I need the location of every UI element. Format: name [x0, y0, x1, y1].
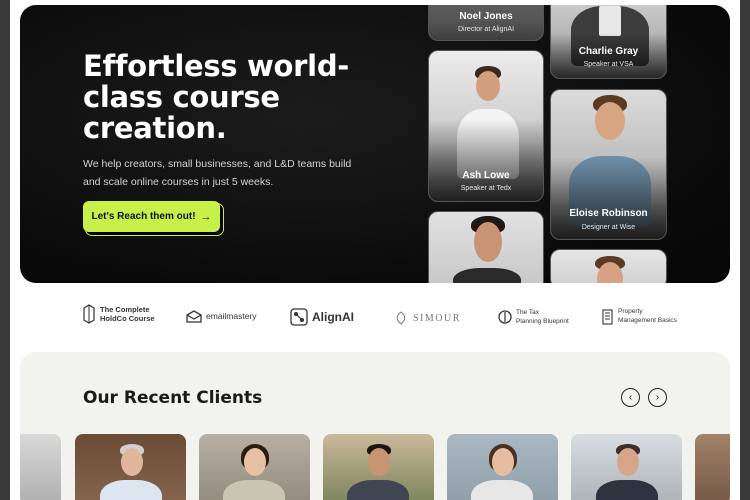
- client-card[interactable]: [323, 434, 434, 500]
- speaker-name: Noel Jones: [459, 11, 513, 22]
- speaker-name: Ash Lowe: [462, 170, 510, 181]
- building-icon: [602, 309, 613, 325]
- emailmastery-text: emailmastery: [206, 311, 257, 321]
- logo-alignai: AlignAI: [290, 308, 354, 326]
- holdco-logo-icon: [83, 304, 95, 324]
- speaker-role: Speaker at Tedx: [460, 185, 512, 192]
- alignai-logo-icon: [290, 308, 308, 326]
- carousel-next-button[interactable]: ›: [648, 388, 667, 407]
- logo-holdco-course: The Complete HoldCo Course: [82, 304, 155, 324]
- window-frame-left: [0, 0, 10, 500]
- logo-simour: SIMOUR: [393, 311, 461, 325]
- speaker-card-partial-1[interactable]: [428, 211, 544, 283]
- reach-out-button-label: Let's Reach them out!: [91, 211, 196, 222]
- client-card[interactable]: [695, 434, 730, 500]
- speaker-name: Charlie Gray: [578, 46, 639, 57]
- tax-line2: Planning Blueprint: [516, 318, 569, 325]
- client-card[interactable]: [20, 434, 61, 500]
- hero-subtitle: We help creators, small businesses, and …: [83, 158, 352, 188]
- chevron-left-icon: ‹: [628, 392, 633, 403]
- client-card[interactable]: [199, 434, 310, 500]
- speaker-card-eloise-robinson[interactable]: Eloise Robinson Designer at Wise: [550, 89, 667, 240]
- speaker-card-partial-2[interactable]: [550, 249, 667, 283]
- simour-logo-icon: [396, 311, 406, 325]
- carousel-prev-button[interactable]: ‹: [621, 388, 640, 407]
- hero-section: Effortless world-class course creation. …: [20, 5, 730, 283]
- speaker-photo: [551, 250, 666, 283]
- speaker-card-charlie-gray[interactable]: Charlie Gray Speaker at VSA: [550, 5, 667, 79]
- speaker-role: Director at AlignAI: [457, 26, 515, 33]
- speaker-card-ash-lowe[interactable]: Ash Lowe Speaker at Tedx: [428, 50, 544, 202]
- arrow-right-icon: →: [200, 210, 212, 223]
- tax-logo-icon: [498, 310, 512, 324]
- holdco-line1: The Complete: [100, 305, 150, 314]
- speaker-role: Speaker at VSA: [583, 61, 634, 68]
- speaker-name: Eloise Robinson: [569, 208, 648, 219]
- client-card[interactable]: [447, 434, 558, 500]
- logo-property-management-basics: Property Management Basics: [601, 307, 677, 325]
- window-frame-right: [740, 0, 750, 500]
- property-line2: Management Basics: [618, 317, 677, 324]
- reach-out-button[interactable]: Let's Reach them out! →: [83, 201, 220, 232]
- client-card[interactable]: [75, 434, 186, 500]
- speaker-role: Designer at Wise: [581, 224, 636, 231]
- alignai-text: AlignAI: [312, 309, 354, 324]
- client-card[interactable]: [571, 434, 682, 500]
- property-line1: Property: [618, 308, 643, 315]
- recent-clients-title: Our Recent Clients: [83, 388, 263, 408]
- speaker-photo: [429, 212, 543, 283]
- simour-text: SIMOUR: [413, 312, 461, 324]
- chevron-right-icon: ›: [655, 392, 660, 403]
- logo-tax-planning-blueprint: The Tax Planning Blueprint: [498, 308, 569, 326]
- recent-clients-section: Our Recent Clients ‹ ›: [20, 352, 730, 500]
- speaker-card-noel-jones[interactable]: Noel Jones Director at AlignAI: [428, 5, 544, 41]
- holdco-line2: HoldCo Course: [100, 314, 155, 323]
- logo-emailmastery: emailmastery: [186, 310, 257, 323]
- hero-title: Effortless world-class course creation.: [83, 49, 350, 145]
- envelope-icon: [186, 310, 202, 323]
- tax-line1: The Tax: [516, 309, 540, 316]
